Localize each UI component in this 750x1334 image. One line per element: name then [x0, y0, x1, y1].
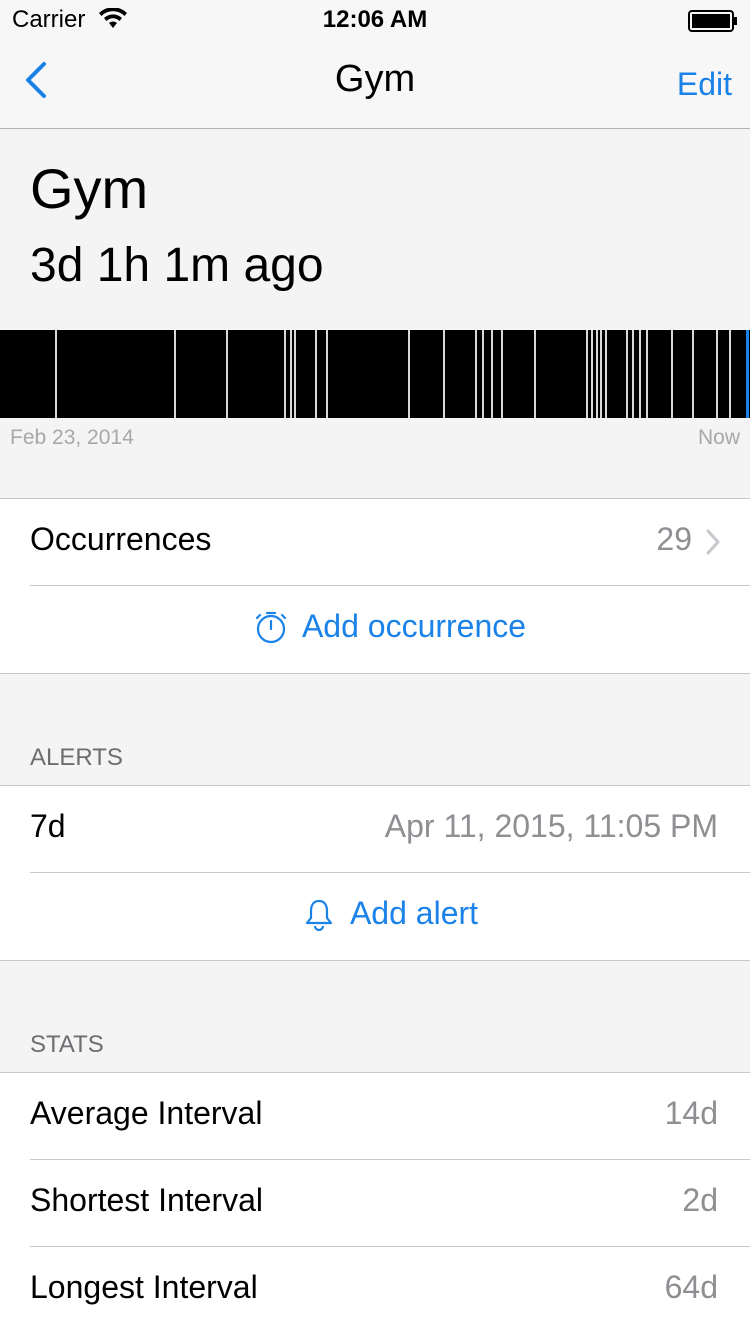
navigation-bar: Gym Edit — [0, 40, 750, 129]
add-alert-button[interactable]: Add alert — [302, 895, 478, 932]
timeline-occurrence-tick — [596, 330, 598, 418]
timeline-occurrence-tick — [482, 330, 484, 418]
add-occurrence-button[interactable]: Add occurrence — [254, 608, 526, 645]
timeline-occurrence-tick — [729, 330, 731, 418]
stat-row-longest: Longest Interval 64d — [30, 1247, 750, 1334]
alerts-section-header: ALERTS — [30, 744, 123, 771]
stat-value: 64d — [664, 1269, 718, 1305]
chevron-right-icon — [706, 529, 720, 555]
timeline-occurrence-tick — [226, 330, 228, 418]
alerts-group: 7d Apr 11, 2015, 11:05 PM Add alert — [0, 785, 750, 961]
bell-icon — [305, 899, 333, 931]
stats-group: Average Interval 14d Shortest Interval 2… — [0, 1072, 750, 1334]
timeline-occurrence-tick — [174, 330, 176, 418]
timeline-occurrence-tick — [55, 330, 57, 418]
add-alert-row[interactable]: Add alert — [0, 873, 750, 960]
timeline-occurrence-tick — [408, 330, 410, 418]
timeline-occurrence-tick — [639, 330, 641, 418]
stats-section-header: STATS — [30, 1031, 104, 1058]
timeline-occurrence-tick — [671, 330, 673, 418]
occurrences-count: 29 — [656, 521, 692, 557]
occurrences-label: Occurrences — [30, 521, 212, 557]
event-header: Gym 3d 1h 1m ago — [0, 130, 750, 330]
timeline-occurrence-tick — [605, 330, 607, 418]
timeline-occurrence-tick — [716, 330, 718, 418]
edit-button[interactable]: Edit — [677, 66, 732, 103]
timeline-occurrence-tick — [591, 330, 593, 418]
stat-row-shortest: Shortest Interval 2d — [30, 1160, 750, 1247]
timeline-occurrence-tick — [290, 330, 292, 418]
stat-value: 14d — [664, 1095, 718, 1131]
timeline-occurrence-tick — [491, 330, 493, 418]
timeline-occurrence-tick — [534, 330, 536, 418]
add-occurrence-row[interactable]: Add occurrence — [0, 586, 750, 673]
stopwatch-icon — [255, 611, 287, 643]
battery-icon — [688, 10, 737, 32]
timeline-occurrence-tick — [600, 330, 602, 418]
status-time: 12:06 AM — [322, 6, 428, 33]
timeline-occurrence-tick — [626, 330, 628, 418]
timeline-start-label: Feb 23, 2014 — [10, 426, 134, 449]
timeline-occurrence-tick — [692, 330, 694, 418]
time-since-last: 3d 1h 1m ago — [30, 239, 324, 292]
timeline-occurrence-tick — [326, 330, 328, 418]
screen: Carrier 12:06 AM Gym Edit Gym 3d 1h 1m a… — [0, 0, 750, 1334]
alert-interval: 7d — [30, 808, 66, 844]
event-title: Gym — [30, 157, 149, 220]
timeline-occurrence-tick — [475, 330, 477, 418]
alert-date: Apr 11, 2015, 11:05 PM — [384, 808, 718, 844]
timeline-occurrence-tick — [501, 330, 503, 418]
occurrences-row[interactable]: Occurrences 29 — [30, 499, 750, 586]
occurrences-group: Occurrences 29 Add occurrence — [0, 498, 750, 674]
timeline-occurrence-tick — [646, 330, 648, 418]
add-alert-label: Add alert — [349, 895, 479, 931]
alert-row[interactable]: 7d Apr 11, 2015, 11:05 PM — [30, 786, 750, 873]
timeline-occurrence-tick — [586, 330, 588, 418]
stat-label: Longest Interval — [30, 1269, 258, 1305]
stat-label: Shortest Interval — [30, 1182, 263, 1218]
timeline-occurrence-tick — [284, 330, 286, 418]
add-occurrence-label: Add occurrence — [301, 608, 527, 644]
timeline-occurrence-tick — [294, 330, 296, 418]
timeline-end-label: Now — [697, 426, 740, 449]
timeline-occurrence-tick — [315, 330, 317, 418]
nav-title: Gym — [334, 58, 416, 100]
stat-value: 2d — [682, 1182, 718, 1218]
timeline-occurrence-tick — [443, 330, 445, 418]
stat-row-average: Average Interval 14d — [30, 1073, 750, 1160]
occurrence-timeline — [0, 330, 750, 418]
timeline-occurrence-tick — [746, 330, 749, 418]
status-bar: Carrier 12:06 AM — [0, 0, 750, 40]
stat-label: Average Interval — [30, 1095, 263, 1131]
timeline-occurrence-tick — [632, 330, 634, 418]
